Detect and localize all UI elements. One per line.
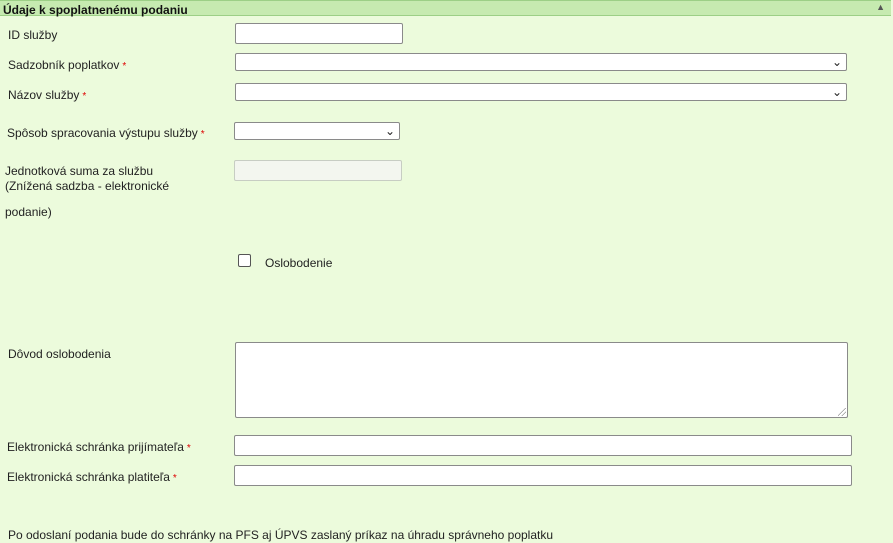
fee-schedule-select[interactable]: ⌄ — [235, 53, 847, 71]
chevron-up-icon[interactable]: ▲ — [876, 2, 885, 12]
service-id-input[interactable] — [235, 23, 403, 44]
unit-amount-label-line1: Jednotková suma za službu — [5, 164, 154, 178]
output-processing-select[interactable]: ⌄ — [234, 122, 400, 140]
required-mark: * — [122, 61, 127, 72]
exemption-checkbox[interactable] — [238, 254, 251, 267]
service-id-label: ID služby — [8, 28, 58, 42]
required-mark: * — [82, 91, 87, 102]
required-mark: * — [172, 473, 177, 484]
exemption-reason-label: Dôvod oslobodenia — [8, 347, 111, 361]
payer-mailbox-label: Elektronická schránka platiteľa * — [7, 470, 177, 484]
unit-amount-label-line3: podanie) — [5, 205, 52, 219]
chevron-down-icon: ⌄ — [831, 85, 842, 99]
required-mark: * — [200, 129, 205, 140]
recipient-mailbox-input[interactable] — [234, 435, 852, 456]
section-header[interactable]: Údaje k spoplatnenému podaniu ▲ — [0, 0, 891, 17]
unit-amount-label-line2: (Znížená sadzba - elektronické — [5, 179, 170, 193]
chevron-down-icon: ⌄ — [831, 55, 842, 69]
unit-amount-field — [234, 160, 402, 181]
required-mark: * — [186, 443, 191, 454]
exemption-reason-textarea[interactable] — [235, 342, 848, 418]
exemption-label: Oslobodenie — [265, 256, 333, 270]
service-name-label: Názov služby * — [8, 88, 87, 102]
chevron-down-icon: ⌄ — [384, 124, 395, 138]
section-title: Údaje k spoplatnenému podaniu — [3, 3, 188, 17]
recipient-mailbox-label: Elektronická schránka prijímateľa * — [7, 440, 191, 454]
resize-grip-icon[interactable] — [838, 408, 846, 416]
output-processing-label: Spôsob spracovania výstupu služby * — [7, 126, 205, 140]
payer-mailbox-input[interactable] — [234, 465, 852, 486]
fee-schedule-label: Sadzobník poplatkov * — [8, 58, 127, 72]
service-name-select[interactable]: ⌄ — [235, 83, 847, 101]
